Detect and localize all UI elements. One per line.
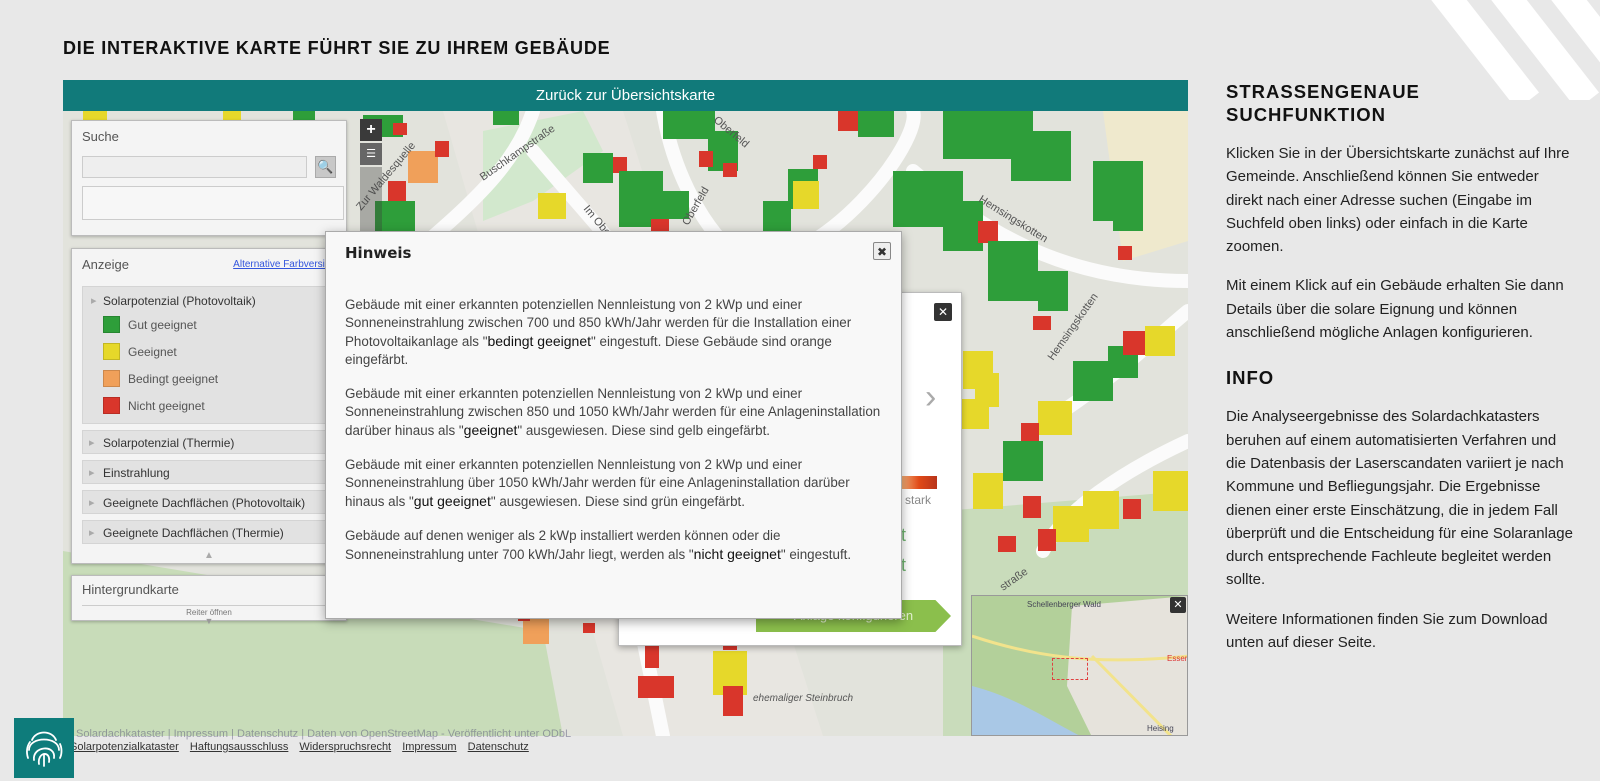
zoom-control: + ☰ <box>360 119 384 247</box>
footer-link-datenschutz[interactable]: Datenschutz <box>468 741 529 753</box>
minimap-label: Schellenberger Wald <box>1027 600 1101 609</box>
footer-link-haftung[interactable]: Haftungsausschluss <box>190 741 288 753</box>
footer-link-impressum[interactable]: Impressum <box>402 741 456 753</box>
legend-item: Nicht geeignet <box>93 392 325 419</box>
legend-item: Bedingt geeignet <box>93 365 325 392</box>
sidebar-text: Weitere Informationen finden Sie zum Dow… <box>1226 610 1548 652</box>
dialog-title: Hinweis <box>345 244 412 262</box>
layers-icon[interactable]: ☰ <box>360 143 382 165</box>
chevron-right-icon[interactable]: › <box>925 378 936 417</box>
collapse-up-icon[interactable]: ▲ <box>82 550 336 561</box>
other-layers: Solarpotenzial (Thermie) Einstrahlung Ge… <box>82 430 336 545</box>
layer-item-einstrahlung[interactable]: Einstrahlung <box>82 460 336 485</box>
popup-close-icon[interactable]: ✕ <box>934 303 952 321</box>
legend-swatch <box>103 316 120 333</box>
minimap-label: Heising <box>1147 724 1174 733</box>
page-heading: DIE INTERAKTIVE KARTE FÜHRT SIE ZU IHREM… <box>63 38 611 58</box>
hinweis-paragraph: Gebäude mit einer erkannten potenziellen… <box>345 457 850 509</box>
legend-item: Gut geeignet <box>93 311 325 338</box>
layer-item-dach-thermie[interactable]: Geeignete Dachflächen (Thermie) <box>82 520 336 545</box>
hinweis-dialog: Hinweis ✖ Gebäude mit einer erkannten po… <box>325 231 902 619</box>
layer-item-thermie[interactable]: Solarpotenzial (Thermie) <box>82 430 336 455</box>
footer-links: Solarpotenzialkataster Haftungsausschlus… <box>70 741 537 753</box>
back-to-overview-button[interactable]: Zurück zur Übersichtskarte <box>63 80 1188 111</box>
footer-link-widerspruch[interactable]: Widerspruchsrecht <box>299 741 391 753</box>
search-results-box <box>82 186 344 220</box>
scale-label-strong: stark <box>905 493 932 507</box>
hinweis-paragraph: Gebäude mit einer erkannten potenziellen… <box>345 386 881 438</box>
alternative-color-link[interactable]: Alternative Farbversion <box>233 259 336 270</box>
background-map-panel: Hintergrundkarte Reiter öffnen ▼ <box>71 575 347 626</box>
interactive-map[interactable]: Zurück zur Übersichtskarte Zur Waldesque… <box>63 80 1188 736</box>
background-map-title: Hintergrundkarte <box>82 582 179 597</box>
legend-swatch <box>103 397 120 414</box>
fingerprint-logo-icon[interactable] <box>14 718 74 778</box>
address-search-input[interactable] <box>82 156 307 178</box>
map-label-quarry: ehemaliger Steinbruch <box>753 693 853 704</box>
layer-item-pv[interactable]: Solarpotenzial (Photovoltaik) <box>91 291 325 311</box>
active-layer-group: Solarpotenzial (Photovoltaik) Gut geeign… <box>82 286 336 424</box>
legend-swatch <box>103 370 120 387</box>
search-panel: Suche 🔍 <box>71 120 347 236</box>
minimap-close-icon[interactable]: ✕ <box>1170 597 1186 613</box>
legend-item: Geeignet <box>93 338 325 365</box>
dialog-close-icon[interactable]: ✖ <box>873 242 891 260</box>
sidebar-heading-info: INFO <box>1226 367 1275 389</box>
footer-link-kataster[interactable]: Solarpotenzialkataster <box>70 741 179 753</box>
sidebar-text: Die Analyseergebnisse des Solardachkatas… <box>1226 408 1573 589</box>
sidebar-text: Mit einem Klick auf ein Gebäude erhalten… <box>1226 277 1564 342</box>
search-panel-title: Suche <box>82 129 119 144</box>
info-sidebar: STRASSENGENAUE SUCHFUNKTION Klicken Sie … <box>1226 80 1576 654</box>
sidebar-heading-search: STRASSENGENAUE SUCHFUNKTION <box>1226 81 1420 125</box>
layer-panel: Anzeige Alternative Farbversion Solarpot… <box>71 248 347 564</box>
hinweis-paragraph: Gebäude auf denen weniger als 2 kWp inst… <box>345 528 852 562</box>
search-icon: 🔍 <box>317 159 334 174</box>
map-attribution: Solardachkataster | Impressum | Datensch… <box>76 728 572 740</box>
minimap-viewport <box>1052 658 1088 680</box>
layer-item-dach-pv[interactable]: Geeignete Dachflächen (Photovoltaik) <box>82 490 336 515</box>
minimap-label: Essen <box>1167 654 1188 663</box>
hinweis-paragraph: Gebäude mit einer erkannten potenziellen… <box>345 297 852 367</box>
sidebar-text: Klicken Sie in der Übersichtskarte zunäc… <box>1226 145 1570 256</box>
layer-panel-title: Anzeige <box>82 257 129 272</box>
expand-down-icon[interactable]: ▼ <box>82 617 336 626</box>
zoom-in-button[interactable]: + <box>360 119 382 141</box>
search-button[interactable]: 🔍 <box>314 156 336 178</box>
legend-swatch <box>103 343 120 360</box>
radiation-scale-bar <box>901 476 937 489</box>
overview-minimap[interactable]: Schellenberger Wald Essen Heising ✕ <box>971 595 1188 736</box>
